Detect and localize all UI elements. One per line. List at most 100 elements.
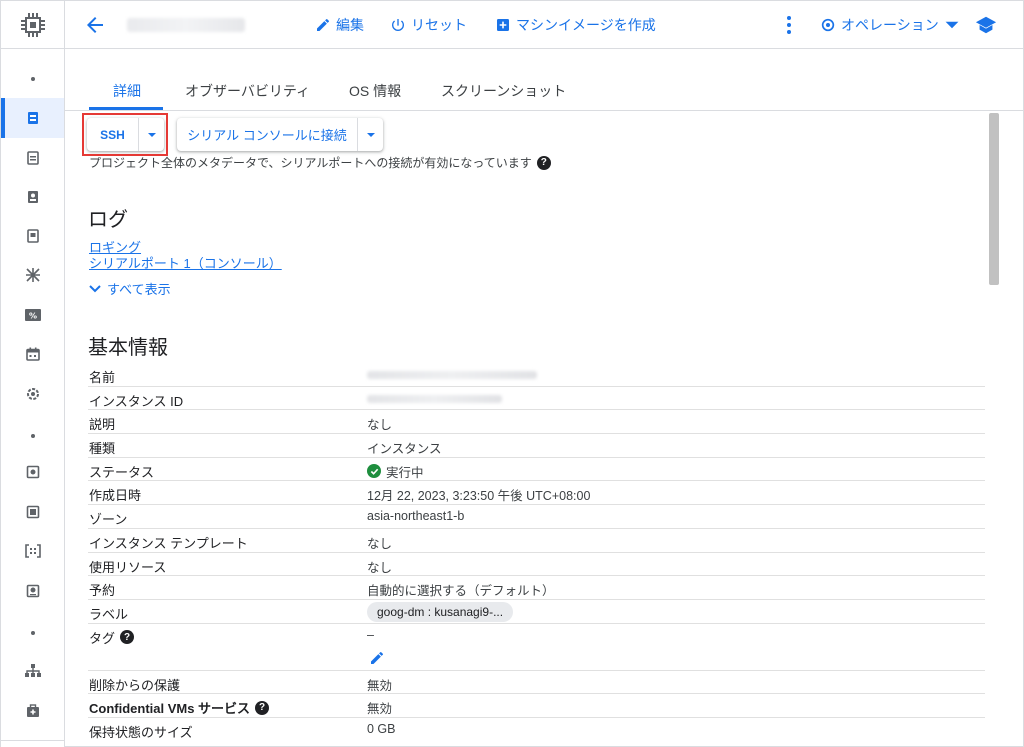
nav-health-checks[interactable] <box>1 691 64 731</box>
row-value: – <box>367 627 374 642</box>
row-key: 予約 <box>89 583 116 599</box>
back-button[interactable] <box>83 13 107 37</box>
table-row: 種類 インスタンス <box>88 434 985 458</box>
serial-console-dropdown-button[interactable] <box>358 118 383 151</box>
nav-separator-dot <box>31 434 35 438</box>
table-row: インスタンス テンプレート なし <box>88 529 985 553</box>
nav-reservations[interactable] <box>1 334 64 374</box>
tab-screenshot[interactable]: スクリーンショット <box>441 81 566 101</box>
tab-os-info[interactable]: OS 情報 <box>349 81 401 101</box>
edit-button[interactable]: 編集 <box>315 15 364 35</box>
more-actions-button[interactable] <box>780 14 798 40</box>
svg-text:%: % <box>28 312 36 321</box>
row-value: 自動的に選択する（デフォルト） <box>367 584 555 599</box>
row-key: ステータス <box>89 464 155 480</box>
serial-port-1-link[interactable]: シリアルポート 1（コンソール） <box>89 253 282 272</box>
serial-console-button[interactable]: シリアル コンソールに接続 <box>177 118 358 151</box>
nav-disks[interactable] <box>1 452 64 492</box>
instance-name-title-redacted <box>127 18 245 32</box>
confidential-vm-key-text: Confidential VMs サービス <box>89 701 251 717</box>
help-icon[interactable]: ? <box>536 155 551 170</box>
nav-tpus[interactable] <box>1 255 64 295</box>
show-all-toggle[interactable]: すべて表示 <box>89 279 171 298</box>
help-icon[interactable]: ? <box>120 630 135 645</box>
row-key: タグ ? <box>89 628 135 647</box>
left-nav-rail: % <box>1 1 65 747</box>
person-badge-icon <box>27 191 38 203</box>
table-row: インスタンス ID <box>88 387 985 411</box>
serial-console-split-button: シリアル コンソールに接続 <box>177 118 383 151</box>
table-row: ゾーン asia-northeast1-b <box>88 505 985 529</box>
table-row: 名前 <box>88 363 985 387</box>
pencil-icon <box>317 18 329 31</box>
status-text: 実行中 <box>386 465 424 480</box>
nav-machine-images[interactable] <box>1 216 64 256</box>
table-row: 予約 自動的に選択する（デフォルト） <box>88 576 985 600</box>
reset-button[interactable]: リセット <box>390 15 467 35</box>
help-icon[interactable]: ? <box>255 700 270 715</box>
name-value-redacted <box>367 371 537 379</box>
tags-key-text: タグ <box>89 630 116 646</box>
label-chip[interactable]: goog-dm : kusanagi9-... <box>367 601 514 622</box>
row-value: 12月 22, 2023, 3:23:50 午後 UTC+08:00 <box>367 489 591 504</box>
table-row: タグ ? – <box>88 624 985 671</box>
serial-port-note: プロジェクト全体のメタデータで、シリアルポートへの接続が有効になっています ? <box>89 154 551 171</box>
row-key: ゾーン <box>89 512 128 528</box>
caret-down-icon <box>945 21 959 29</box>
table-row: ラベル goog-dm : kusanagi9-... <box>88 600 985 624</box>
table-row: ステータス 実行中 <box>88 458 985 482</box>
basic-info-table: 名前 インスタンス ID 説明 なし 種類 インスタンス ステータス 実行中 作… <box>88 363 985 742</box>
nav-sole-tenant[interactable] <box>1 177 64 217</box>
percent-tag-icon: % <box>24 309 41 321</box>
create-machine-image-label: マシンイメージを作成 <box>516 17 656 33</box>
row-key: 名前 <box>89 370 116 385</box>
learn-button[interactable] <box>975 15 997 39</box>
operations-icon <box>821 18 835 32</box>
serial-port-note-text: プロジェクト全体のメタデータで、シリアルポートへの接続が有効になっています <box>89 156 532 170</box>
table-row: 作成日時 12月 22, 2023, 3:23:50 午後 UTC+08:00 <box>88 481 985 506</box>
nav-images[interactable] <box>1 531 64 571</box>
table-row: 使用リソース なし <box>88 553 985 577</box>
power-icon <box>392 19 404 31</box>
more-vert-icon <box>787 16 791 34</box>
table-row: Confidential VMs サービス ? 無効 <box>88 694 985 718</box>
nav-async-replication[interactable] <box>1 571 64 611</box>
table-row: 削除からの保護 無効 <box>88 671 985 695</box>
arrow-back-icon <box>87 17 103 33</box>
nav-instance-templates[interactable] <box>1 138 64 178</box>
tab-details[interactable]: 詳細 <box>113 81 141 101</box>
pencil-icon <box>371 651 383 664</box>
nav-vm-instances[interactable] <box>1 98 64 138</box>
row-key: ラベル <box>89 606 129 622</box>
compute-engine-logo[interactable] <box>1 1 64 49</box>
instance-id-redacted <box>367 394 502 403</box>
edit-tags-button[interactable] <box>369 650 385 670</box>
bracket-icon <box>24 544 41 558</box>
add-box-icon <box>497 19 509 31</box>
tab-observability[interactable]: オブザーバビリティ <box>185 81 310 101</box>
row-key: 作成日時 <box>89 488 142 504</box>
row-key: インスタンス テンプレート <box>89 535 248 551</box>
nav-snapshots[interactable] <box>1 492 64 532</box>
reset-label: リセット <box>411 17 467 33</box>
scrollbar-thumb[interactable] <box>989 113 999 285</box>
row-key: インスタンス ID <box>89 393 184 409</box>
medical-kit-icon <box>26 704 39 717</box>
storage-icon <box>26 584 39 598</box>
gear-search-icon <box>26 388 39 400</box>
machine-image-icon <box>26 229 39 243</box>
row-value <box>367 367 537 379</box>
nav-instance-groups[interactable] <box>1 651 64 691</box>
active-tab-indicator <box>89 107 163 110</box>
table-row: 説明 なし <box>88 410 985 435</box>
nav-migrate[interactable] <box>1 374 64 414</box>
row-value: 無効 <box>367 702 393 717</box>
create-machine-image-button[interactable]: マシンイメージを作成 <box>495 15 656 35</box>
row-value: インスタンス <box>367 442 442 457</box>
row-value: なし <box>367 536 393 551</box>
nav-committed-use[interactable]: % <box>1 295 64 335</box>
nav-separator-dot <box>31 77 35 81</box>
operations-dropdown[interactable]: オペレーション <box>820 15 960 35</box>
vm-instance-icon <box>27 112 38 124</box>
caret-down-icon <box>366 132 375 137</box>
